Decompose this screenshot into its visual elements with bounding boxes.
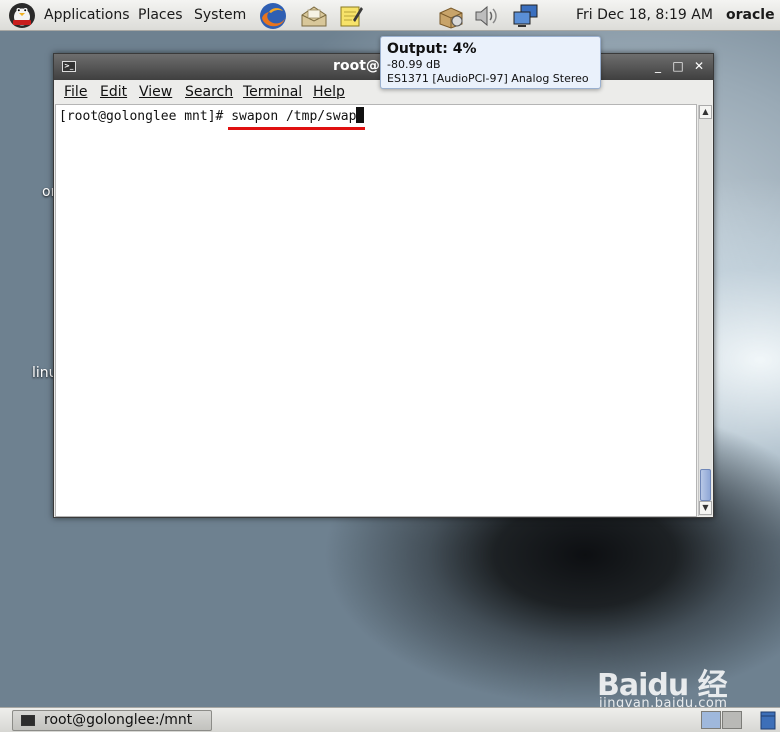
- trash-icon[interactable]: [759, 710, 777, 730]
- terminal-output[interactable]: [root@golonglee mnt]# swapon /tmp/swap: [55, 104, 697, 517]
- scroll-up-arrow-icon[interactable]: ▲: [699, 105, 712, 119]
- scroll-down-arrow-icon[interactable]: ▼: [699, 501, 712, 515]
- bottom-panel: root@golonglee:/mnt: [0, 707, 780, 732]
- notes-editor-icon[interactable]: [336, 1, 366, 31]
- tooltip-output-level: Output: 4%: [387, 41, 477, 57]
- minimize-button[interactable]: _: [650, 58, 666, 74]
- workspace-2[interactable]: [722, 711, 742, 729]
- network-icon[interactable]: [512, 3, 540, 29]
- mail-client-icon[interactable]: [299, 1, 329, 31]
- taskbar-window-label: root@golonglee:/mnt: [44, 712, 193, 728]
- system-menu[interactable]: System: [194, 0, 246, 31]
- applications-logo-icon[interactable]: [6, 2, 38, 29]
- top-panel: Applications Places System Fri Dec 18, 8…: [0, 0, 780, 31]
- command-highlight-underline: [228, 127, 365, 130]
- volume-icon[interactable]: [472, 3, 500, 29]
- vertical-scrollbar[interactable]: ▲ ▼: [698, 105, 712, 516]
- menu-view[interactable]: View: [139, 84, 172, 100]
- typed-command: swapon /tmp/swap: [231, 109, 357, 124]
- menu-terminal[interactable]: Terminal: [243, 84, 302, 100]
- baidu-watermark: Baidu 经验 jingyan.baidu.com: [597, 650, 747, 732]
- prompt-line: [root@golonglee mnt]# swapon /tmp/swap: [59, 107, 365, 124]
- applications-menu[interactable]: Applications: [44, 0, 130, 31]
- workspace-1[interactable]: [701, 711, 721, 729]
- maximize-button[interactable]: □: [670, 58, 686, 74]
- scrollbar-thumb[interactable]: [700, 469, 711, 501]
- terminal-window: >_ root@golong _ □ ✕ File Edit View Sear…: [53, 53, 714, 518]
- clock[interactable]: Fri Dec 18, 8:19 AM: [576, 0, 713, 31]
- terminal-icon: [21, 715, 35, 726]
- menu-search[interactable]: Search: [185, 84, 233, 100]
- close-button[interactable]: ✕: [691, 58, 707, 74]
- user-name[interactable]: oracle: [726, 0, 775, 31]
- taskbar-window-button[interactable]: root@golonglee:/mnt: [12, 710, 212, 731]
- menu-edit[interactable]: Edit: [100, 84, 127, 100]
- tooltip-device-name: ES1371 [AudioPCI-97] Analog Stereo: [387, 72, 589, 85]
- menu-help[interactable]: Help: [313, 84, 345, 100]
- menu-file[interactable]: File: [64, 84, 87, 100]
- volume-tooltip: Output: 4% -80.99 dB ES1371 [AudioPCI-97…: [380, 36, 601, 89]
- package-updater-icon[interactable]: [437, 3, 465, 29]
- firefox-icon[interactable]: [258, 1, 288, 31]
- shell-prompt: [root@golonglee mnt]#: [59, 109, 232, 124]
- text-cursor: [356, 107, 365, 123]
- places-menu[interactable]: Places: [138, 0, 183, 31]
- tooltip-db-level: -80.99 dB: [387, 58, 441, 71]
